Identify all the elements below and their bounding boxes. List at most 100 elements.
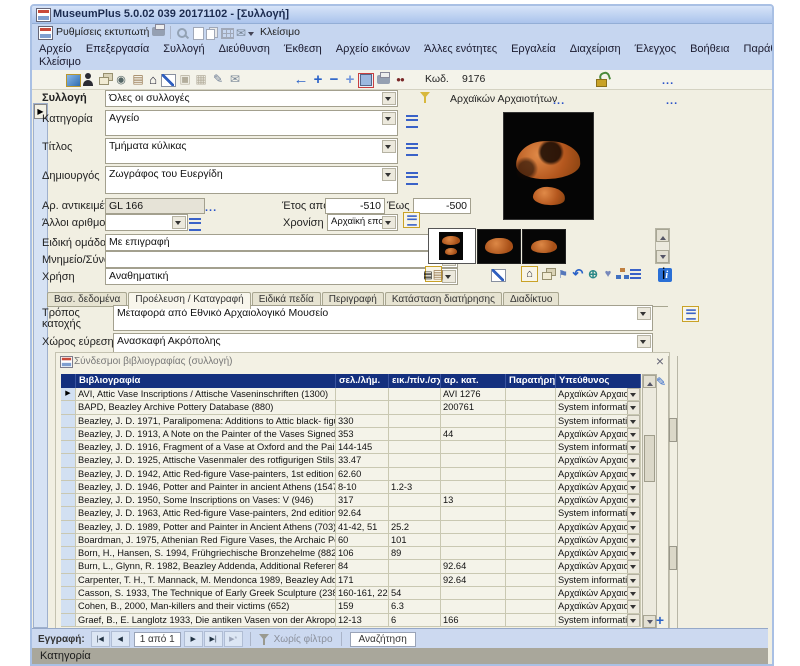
menu-item[interactable]: Συλλογή [156,43,211,55]
row-selector[interactable] [61,481,76,494]
biblio-row[interactable]: BAPD, Beazley Archive Pottery Database (… [61,401,641,414]
flag-icon[interactable] [555,266,571,282]
eye-icon[interactable] [113,71,129,87]
unlock-icon[interactable] [594,71,610,87]
chevron-down-icon[interactable] [627,441,640,454]
possession-menu-button[interactable] [682,306,699,322]
chevron-down-icon[interactable] [627,521,640,534]
row-selector[interactable] [61,587,76,600]
previous-record-button[interactable] [111,631,130,647]
menu-item[interactable]: Επεξεργασία [79,43,156,55]
column-header[interactable]: εικ./πίν./σχ. [389,374,441,388]
next-record-button[interactable] [184,631,203,647]
chevron-down-icon[interactable] [246,24,256,40]
row-selector[interactable] [61,600,76,613]
last-record-button[interactable] [204,631,223,647]
biblio-row[interactable]: Beazley, J. D. 1971, Paralipomena: Addit… [61,415,641,428]
zoom-in-icon[interactable] [310,71,326,87]
ellipsis-button[interactable]: ... [205,203,217,213]
new-record-button[interactable] [224,631,243,647]
thumbnail-2[interactable] [477,229,521,264]
monument-combo[interactable] [105,251,458,268]
panel-splitter[interactable] [668,356,678,630]
envelope-icon[interactable] [227,71,243,87]
chevron-down-icon[interactable] [382,216,396,229]
other-numbers-combo[interactable] [105,214,188,231]
globe-icon[interactable] [585,266,601,282]
info-icon[interactable]: i [657,267,673,283]
chevron-down-icon[interactable] [627,600,640,613]
media-book-button[interactable]: ▤ [425,266,442,282]
biblio-row[interactable]: Beazley, J. D. 1946, Potter and Painter … [61,481,641,494]
ellipsis-button[interactable]: ... [553,96,565,106]
no-filter-icon[interactable] [257,632,271,646]
printer-settings-button[interactable]: Ρυθμίσεις εκτυπωτή [56,26,149,38]
biblio-row[interactable]: Beazley, J. D. 1950, Some Inscriptions o… [61,494,641,507]
title-combo[interactable]: Τμήματα κύλικας [105,138,398,164]
row-selector[interactable]: ▶ [61,388,76,401]
column-header[interactable]: Παρατήρηση(βιβλ [506,374,556,388]
chevron-down-icon[interactable] [627,428,640,441]
add-record-icon[interactable] [342,71,358,87]
other-numbers-menu-icon[interactable] [187,216,203,232]
printer-icon[interactable] [152,27,165,36]
thumbnail-scrollbar[interactable] [655,228,670,264]
chevron-down-icon[interactable] [172,216,186,229]
chevron-down-icon[interactable] [382,92,396,105]
menu-item[interactable]: Εργαλεία [504,43,563,55]
row-selector[interactable] [61,441,76,454]
search-icon[interactable] [174,25,190,41]
special-group-combo[interactable]: Με επιγραφή [105,234,458,251]
no-filter-label[interactable]: Χωρίς φίλτρο [274,634,333,645]
category-combo[interactable]: Αγγείο [105,110,398,136]
menu-item[interactable]: Αρχείο [32,43,79,55]
object-number-field[interactable]: GL 166 [105,198,205,214]
chevron-down-icon[interactable] [627,415,640,428]
year-to-field[interactable]: -500 [413,198,471,214]
search-input[interactable]: Αναζήτηση [350,632,416,647]
menu-item[interactable]: Διαχείριση [563,43,628,55]
biblio-row[interactable]: Burn, L., Glynn, R. 1982, Beazley Addend… [61,560,641,573]
menu-item[interactable]: Άλλες ενότητες [417,43,504,55]
menu-item[interactable]: Έλεγχος [628,43,683,55]
row-selector[interactable] [61,401,76,414]
column-header[interactable]: Υπεύθυνος [556,374,641,388]
filter-icon[interactable] [418,90,434,106]
document-edit-icon[interactable] [210,71,226,87]
print-icon[interactable] [377,75,390,84]
scroll-up-icon[interactable] [656,229,669,242]
close-icon[interactable] [652,353,668,369]
biblio-row[interactable]: Beazley, J. D. 1989, Potter and Painter … [61,521,641,534]
home-icon[interactable] [145,71,161,87]
ellipsis-button[interactable]: ... [662,76,674,86]
row-selector[interactable] [61,468,76,481]
menu-item-close[interactable]: Κλείσιμο [32,56,88,68]
row-selector[interactable] [61,574,76,587]
list-icon[interactable] [628,266,644,282]
home-button[interactable]: ⌂ [521,266,538,282]
chart-icon[interactable] [160,72,176,88]
ellipsis-button[interactable]: ... [666,96,678,106]
chart-icon[interactable] [490,267,506,283]
title-menu-icon[interactable] [404,141,420,157]
menu-item[interactable]: Έκθεση [277,43,329,55]
chevron-down-icon[interactable] [627,454,640,467]
splitter-handle[interactable] [669,418,677,442]
scroll-down-icon[interactable] [656,250,669,263]
biblio-row[interactable]: Beazley, J. D. 1963, Attic Red-figure Va… [61,507,641,520]
column-header[interactable]: σελ./λήμ. [336,374,389,388]
pages-icon[interactable] [204,25,220,41]
biblio-row[interactable]: Cohen, B., 2000, Man-killers and their v… [61,600,641,613]
close-button[interactable]: Κλείσιμο [260,26,300,38]
arrow-left-icon[interactable] [293,71,309,87]
biblio-row[interactable]: Born, H., Hansen, S. 1994, Frühgriechisc… [61,547,641,560]
row-selector[interactable] [61,614,76,627]
row-selector[interactable] [61,534,76,547]
chevron-down-icon[interactable] [627,468,640,481]
collection-combo[interactable]: Όλες οι συλλογές [105,90,398,107]
chevron-down-icon[interactable] [627,401,640,414]
edit-icon[interactable] [653,374,669,390]
biblio-row[interactable]: Beazley, J. D. 1925, Attische Vasenmaler… [61,454,641,467]
chevron-down-icon[interactable] [627,494,640,507]
chevron-down-icon[interactable] [637,335,651,348]
